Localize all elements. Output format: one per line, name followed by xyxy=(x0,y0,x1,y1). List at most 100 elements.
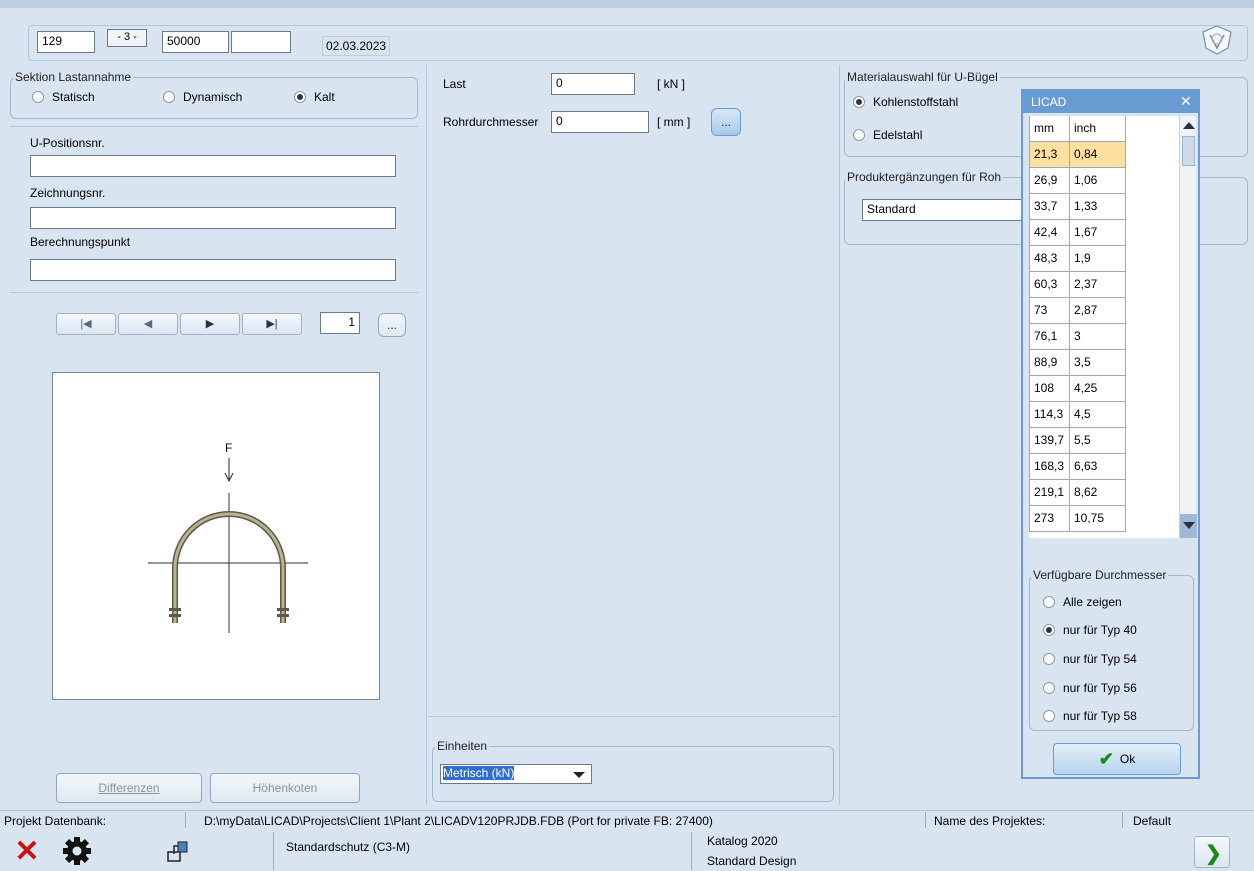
status-divider-3 xyxy=(1122,812,1123,828)
hoehenkoten-button[interactable]: Höhenkoten xyxy=(210,773,360,803)
nav-more-button[interactable]: ... xyxy=(378,313,406,337)
rohr-input[interactable]: 0 xyxy=(551,111,649,133)
differenzen-button[interactable]: Differenzen xyxy=(56,773,202,803)
licad-scrollbar[interactable] xyxy=(1179,116,1197,538)
gear-icon[interactable] xyxy=(60,834,94,868)
close-icon[interactable]: ✕ xyxy=(1180,93,1192,110)
cell-inch: 2,87 xyxy=(1070,298,1126,324)
radio-statisch[interactable]: Statisch xyxy=(32,90,95,104)
table-row[interactable]: 26,9 1,06 xyxy=(1029,168,1179,194)
top-border xyxy=(0,0,1254,8)
cell-mm: 21,3 xyxy=(1029,142,1070,168)
cell-mm: 42,4 xyxy=(1029,220,1070,246)
radio-typ-58[interactable]: nur für Typ 58 xyxy=(1043,709,1137,723)
cell-mm: 26,9 xyxy=(1029,168,1070,194)
radio-typ-40-circle[interactable] xyxy=(1043,624,1055,636)
rohr-browse-button[interactable]: ... xyxy=(711,108,741,136)
middle-divider-left xyxy=(426,65,427,805)
cell-inch: 8,62 xyxy=(1070,480,1126,506)
status-divider-5 xyxy=(691,832,692,870)
design-text: Standard Design xyxy=(707,854,797,868)
company-logo-icon xyxy=(1200,24,1234,56)
table-row[interactable]: 139,7 5,5 xyxy=(1029,428,1179,454)
table-header: mm inch xyxy=(1029,116,1179,142)
cell-inch: 0,84 xyxy=(1070,142,1126,168)
cell-inch: 6,63 xyxy=(1070,454,1126,480)
header-field-3[interactable]: 50000 xyxy=(162,31,229,53)
header-field-1[interactable]: 129 xyxy=(37,31,95,53)
cell-inch: 1,06 xyxy=(1070,168,1126,194)
export-icon[interactable] xyxy=(166,840,190,864)
radio-kohlenstoffstahl[interactable]: Kohlenstoffstahl xyxy=(853,95,958,109)
table-row[interactable]: 219,1 8,62 xyxy=(1029,480,1179,506)
radio-edelstahl-circle[interactable] xyxy=(853,129,865,141)
radio-typ-56-circle[interactable] xyxy=(1043,682,1055,694)
cell-inch: 3 xyxy=(1070,324,1126,350)
scroll-up-icon[interactable] xyxy=(1183,122,1195,129)
upos-input[interactable] xyxy=(30,155,396,177)
next-button[interactable]: ❯ xyxy=(1194,836,1230,868)
radio-edelstahl[interactable]: Edelstahl xyxy=(853,128,922,142)
radio-alle-zeigen-label: Alle zeigen xyxy=(1063,595,1122,609)
radio-typ-58-circle[interactable] xyxy=(1043,710,1055,722)
radio-typ-40[interactable]: nur für Typ 40 xyxy=(1043,623,1137,637)
close-red-icon[interactable]: ✕ xyxy=(12,836,42,868)
projekt-db-label: Projekt Datenbank: xyxy=(4,814,107,828)
cell-inch: 10,75 xyxy=(1070,506,1126,532)
table-row[interactable]: 42,4 1,67 xyxy=(1029,220,1179,246)
nav-last-button[interactable]: ▶| xyxy=(242,313,302,335)
produkt-select[interactable]: Standard xyxy=(862,199,1042,221)
einheiten-select[interactable]: Metrisch (kN) xyxy=(440,764,592,784)
schutz-text: Standardschutz (C3-M) xyxy=(286,840,411,854)
scroll-down-icon[interactable] xyxy=(1180,514,1197,538)
radio-dynamisch[interactable]: Dynamisch xyxy=(163,90,242,104)
radio-kohlenstoffstahl-circle[interactable] xyxy=(853,96,865,108)
radio-typ-40-label: nur für Typ 40 xyxy=(1063,623,1137,637)
zeichnung-input[interactable] xyxy=(30,207,396,229)
scroll-thumb[interactable] xyxy=(1182,136,1195,166)
table-row[interactable]: 48,3 1,9 xyxy=(1029,246,1179,272)
last-label: Last xyxy=(443,77,466,91)
checkmark-icon: ✔ xyxy=(1098,748,1114,769)
radio-alle-zeigen-circle[interactable] xyxy=(1043,596,1055,608)
table-row[interactable]: 273 10,75 xyxy=(1029,506,1179,532)
licad-table: mm inch 21,3 0,84 26,9 1,06 33,7 1,33 42,4 1,67… xyxy=(1029,116,1179,538)
radio-statisch-circle[interactable] xyxy=(32,91,44,103)
radio-typ-58-label: nur für Typ 58 xyxy=(1063,709,1137,723)
table-row[interactable]: 108 4,25 xyxy=(1029,376,1179,402)
table-row[interactable]: 21,3 0,84 xyxy=(1029,142,1179,168)
radio-dynamisch-circle[interactable] xyxy=(163,91,175,103)
scroll-down-arrow-icon xyxy=(1183,522,1195,529)
licad-title: LICAD xyxy=(1031,95,1067,109)
upos-label: U-Positionsnr. xyxy=(30,136,105,150)
radio-alle-zeigen[interactable]: Alle zeigen xyxy=(1043,595,1122,609)
berechnung-input[interactable] xyxy=(30,259,396,281)
table-row[interactable]: 88,9 3,5 xyxy=(1029,350,1179,376)
column-header-inch[interactable]: inch xyxy=(1070,116,1126,142)
header-field-2[interactable]: - 3 - xyxy=(107,29,147,47)
radio-typ-56[interactable]: nur für Typ 56 xyxy=(1043,681,1137,695)
rohr-unit: [ mm ] xyxy=(657,115,691,129)
produkt-title: Produktergänzungen für Roh xyxy=(845,170,1004,184)
nav-prev-button[interactable]: ◀ xyxy=(118,313,178,335)
table-row[interactable]: 33,7 1,33 xyxy=(1029,194,1179,220)
radio-typ-54-circle[interactable] xyxy=(1043,653,1055,665)
nav-first-button[interactable]: |◀ xyxy=(56,313,116,335)
last-input[interactable]: 0 xyxy=(551,73,635,95)
table-row[interactable]: 73 2,87 xyxy=(1029,298,1179,324)
table-row[interactable]: 114,3 4,5 xyxy=(1029,402,1179,428)
nav-page-input[interactable]: 1 xyxy=(320,312,360,334)
column-header-mm[interactable]: mm xyxy=(1029,116,1070,142)
table-row[interactable]: 76,1 3 xyxy=(1029,324,1179,350)
radio-kohlenstoffstahl-label: Kohlenstoffstahl xyxy=(873,95,959,109)
table-row[interactable]: 168,3 6,63 xyxy=(1029,454,1179,480)
radio-typ-54[interactable]: nur für Typ 54 xyxy=(1043,652,1137,666)
radio-kalt[interactable]: Kalt xyxy=(294,90,335,104)
header-field-4[interactable] xyxy=(231,31,291,53)
table-row[interactable]: 60,3 2,37 xyxy=(1029,272,1179,298)
radio-kalt-circle[interactable] xyxy=(294,91,306,103)
nav-next-button[interactable]: ▶ xyxy=(180,313,240,335)
radio-kalt-label: Kalt xyxy=(314,90,335,104)
radio-edelstahl-label: Edelstahl xyxy=(873,128,923,142)
ok-button[interactable]: ✔ Ok xyxy=(1053,743,1181,775)
